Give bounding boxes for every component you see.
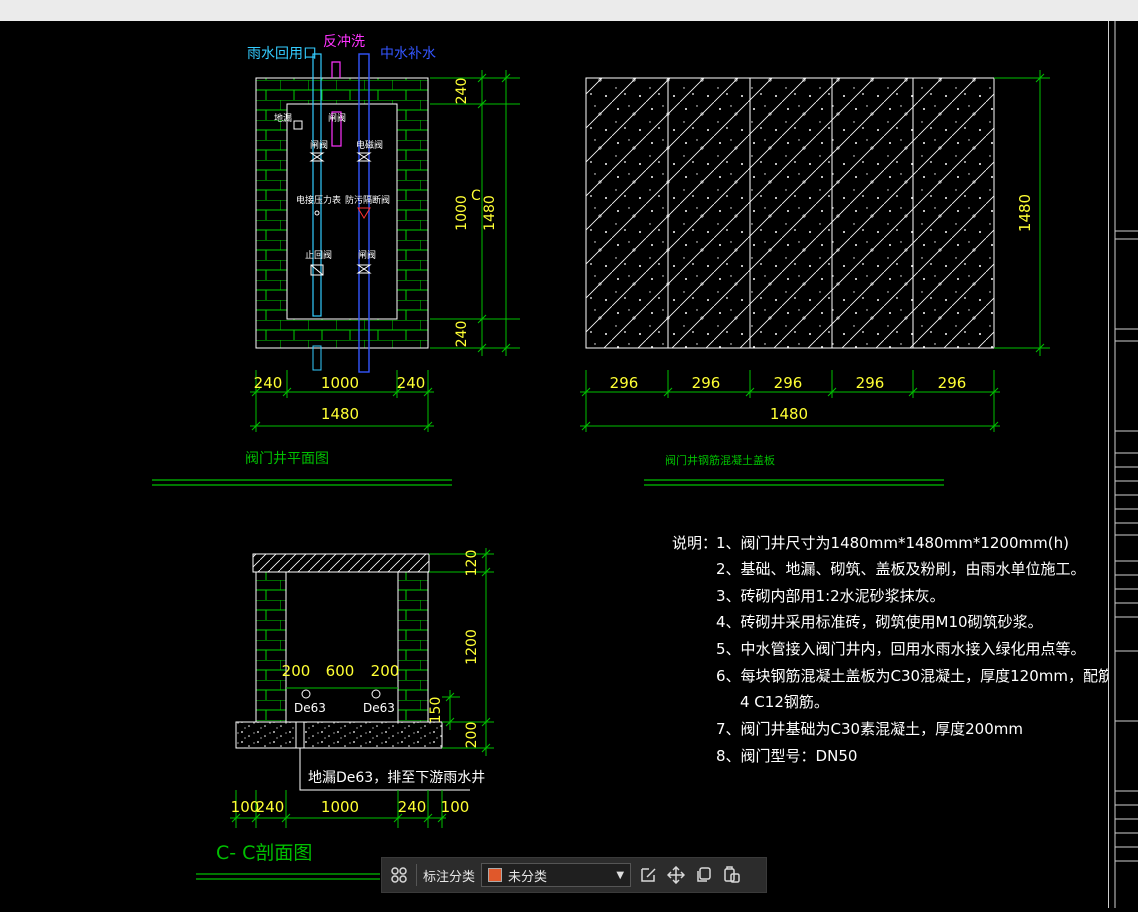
category-select-value: 未分类 — [508, 869, 548, 885]
annotation-category-select[interactable]: 未分类 ▼ — [481, 863, 632, 887]
plan-dim-240-bottom: 240 — [454, 321, 470, 348]
plan-dim-total: 1480 — [321, 405, 359, 423]
chevron-down-icon: ▼ — [616, 869, 625, 881]
section-dim-b4: 240 — [398, 798, 427, 816]
category-color-swatch — [488, 868, 503, 882]
slab-view: 1480 296 296 296 296 296 1480 阀门井钢筋混凝土盖板 — [580, 70, 1050, 486]
section-pipe-dim-c: 200 — [371, 662, 400, 680]
section-view: 200 600 200 De63 De63 地漏De63，排至下游雨水井 120… — [196, 548, 494, 880]
slab-dim-5: 296 — [938, 374, 967, 392]
plan-vertical-dims — [430, 70, 520, 356]
slab-dim-side: 1480 — [1016, 194, 1034, 232]
label-check: 止回阀 — [305, 249, 332, 261]
section-title-underline — [196, 873, 380, 880]
label-electric: 电磁阀 — [356, 139, 383, 151]
label-gauge: 电接压力表 — [296, 194, 341, 206]
pipe-de63-2-icon — [371, 689, 381, 699]
label-reclaim: 中水补水 — [380, 46, 436, 62]
section-drain-note: 地漏De63，排至下游雨水井 — [308, 770, 485, 786]
move-icon[interactable] — [665, 864, 687, 886]
note-line-1: 1、阀门井尺寸为1480mm*1480mm*1200mm(h) — [716, 534, 1069, 552]
paste-icon[interactable] — [721, 864, 743, 886]
rain-pipe-out — [312, 345, 322, 371]
section-wall-right — [397, 571, 429, 723]
section-dim-120: 120 — [464, 550, 480, 577]
drawing-title-block — [1108, 21, 1138, 908]
section-pipe-dim-a: 200 — [282, 662, 311, 680]
section-dim-b2: 240 — [256, 798, 285, 816]
note-line-8: 8、阀门型号：DN50 — [716, 747, 857, 765]
note-line-6b: 4 C12钢筋。 — [740, 693, 829, 711]
label-gate-1: 闸阀 — [328, 113, 346, 124]
note-line-3: 3、砖砌内部用1:2水泥砂浆抹灰。 — [716, 587, 945, 605]
pipe-de63-1-icon — [301, 689, 311, 699]
backwash-pipe — [331, 61, 341, 78]
section-wall-left — [255, 571, 287, 723]
title-block-grid — [1114, 21, 1138, 908]
toolbar-separator — [416, 864, 417, 886]
section-dim-150: 150 — [428, 697, 444, 724]
slab-dim-total: 1480 — [770, 405, 808, 423]
section-pipe-dim-b: 600 — [326, 662, 355, 680]
plan-view: 雨水回用口 反冲洗 中水补水 地漏 闸阀 闸阀 电磁阀 电接压力表 防污隔断阀 … — [152, 34, 520, 486]
plan-dim-b3: 240 — [397, 374, 426, 392]
label-rain-reuse: 雨水回用口 — [247, 46, 317, 62]
slab-outline — [585, 77, 995, 349]
label-gate-2: 闸阀 — [310, 140, 328, 151]
plan-section-mark: C — [471, 188, 481, 204]
annotation-toolbar: 标注分类 未分类 ▼ — [381, 857, 767, 893]
label-antipollution: 防污隔断阀 — [345, 194, 390, 206]
note-line-4: 4、砖砌井采用标准砖，砌筑使用M10砌筑砂浆。 — [716, 613, 1043, 631]
slab-title: 阀门井钢筋混凝土盖板 — [665, 453, 775, 467]
floor-drain-pipe — [295, 721, 305, 749]
note-line-5: 5、中水管接入阀门井内，回用水雨水接入绿化用点等。 — [716, 640, 1086, 658]
section-pipe-label-2: De63 — [363, 701, 395, 715]
notes-block: 说明： 1、阀门井尺寸为1480mm*1480mm*1200mm(h) 2、基础… — [672, 534, 1108, 765]
section-cover-slab — [252, 553, 430, 573]
section-title: C- C剖面图 — [216, 842, 312, 864]
slab-dim-3: 296 — [774, 374, 803, 392]
section-pipe-label-1: De63 — [294, 701, 326, 715]
top-bar — [0, 0, 1138, 21]
note-line-2: 2、基础、地漏、砌筑、盖板及粉刷，由雨水单位施工。 — [716, 560, 1086, 578]
plan-inner-chamber — [286, 103, 398, 320]
note-line-6: 6、每块钢筋混凝土盖板为C30混凝土，厚度120mm，配筋为 — [716, 667, 1108, 685]
annotation-category-label: 标注分类 — [423, 869, 476, 885]
cad-drawing: 雨水回用口 反冲洗 中水补水 地漏 闸阀 闸阀 电磁阀 电接压力表 防污隔断阀 … — [152, 34, 1108, 880]
copy-icon[interactable] — [693, 864, 715, 886]
plan-dim-b1: 240 — [254, 374, 283, 392]
slab-dim-1: 296 — [610, 374, 639, 392]
section-dim-1200: 1200 — [464, 629, 480, 665]
slab-title-underline — [644, 479, 944, 486]
note-line-7: 7、阀门井基础为C30素混凝土，厚度200mm — [716, 720, 1023, 738]
drawing-canvas[interactable]: 雨水回用口 反冲洗 中水补水 地漏 闸阀 闸阀 电磁阀 电接压力表 防污隔断阀 … — [0, 21, 1138, 908]
label-drain: 地漏 — [274, 112, 292, 124]
section-dim-b5: 100 — [441, 798, 470, 816]
section-dim-b3: 1000 — [321, 798, 359, 816]
plan-dim-1000-side: 1000 — [454, 195, 470, 231]
plan-title: 阀门井平面图 — [245, 451, 329, 467]
slab-dim-2: 296 — [692, 374, 721, 392]
plan-dim-1480-side: 1480 — [482, 195, 498, 231]
plan-dim-b2: 1000 — [321, 374, 359, 392]
section-dim-200: 200 — [464, 722, 480, 749]
notes-lead: 说明： — [672, 534, 717, 552]
plan-title-underline — [152, 479, 452, 486]
grid-icon[interactable] — [388, 864, 410, 886]
edit-icon[interactable] — [637, 864, 659, 886]
label-gate-3: 闸阀 — [358, 250, 376, 261]
slab-dim-4: 296 — [856, 374, 885, 392]
plan-dim-240-top: 240 — [454, 78, 470, 105]
section-foundation — [235, 721, 443, 749]
label-backwash: 反冲洗 — [323, 34, 365, 50]
